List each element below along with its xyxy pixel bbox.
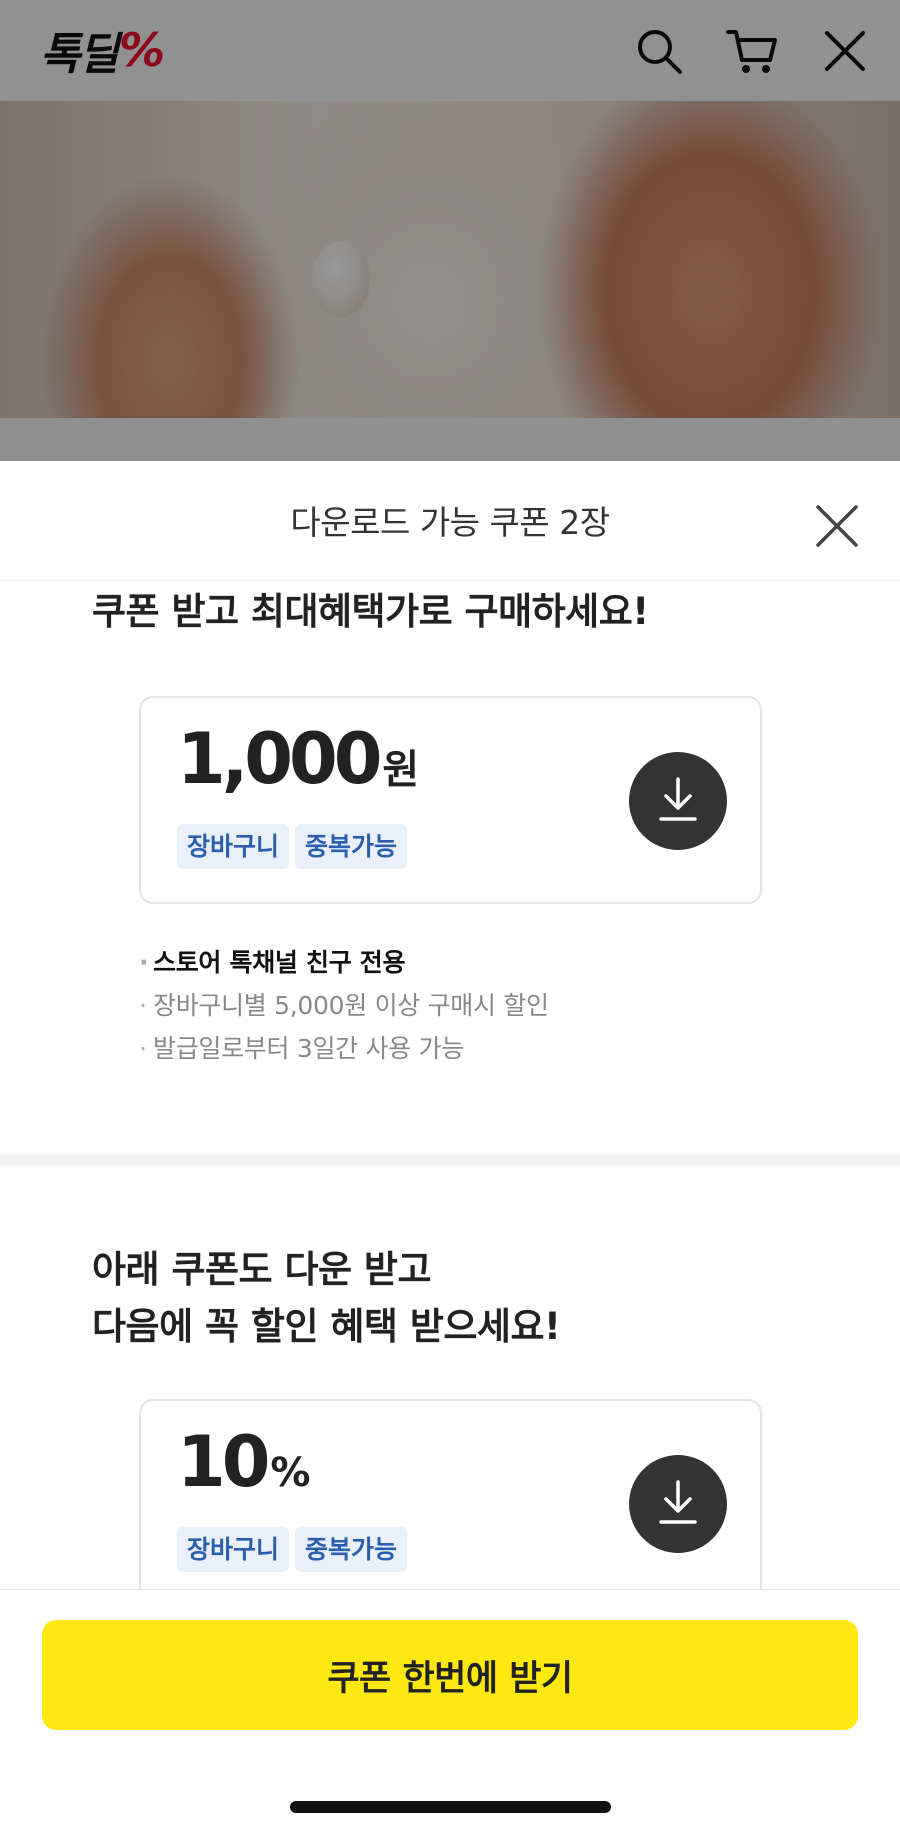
coupon-amount-value: 1,000 bbox=[177, 718, 382, 800]
coupon-amount: 10 % bbox=[177, 1427, 311, 1497]
section-divider bbox=[0, 1154, 900, 1166]
modal-backdrop[interactable] bbox=[0, 0, 900, 461]
coupon-conditions: · 스토어 톡채널 친구 전용 · 장바구니별 5,000원 이상 구매시 할인 ·… bbox=[139, 941, 549, 1070]
tag-cart: 장바구니 bbox=[177, 1527, 290, 1572]
coupon-card[interactable]: 1,000 원 장바구니 중복가능 bbox=[139, 696, 762, 904]
sheet-header: 다운로드 가능 쿠폰 2장 bbox=[0, 461, 900, 581]
coupon-amount: 1,000 원 bbox=[177, 724, 419, 795]
coupon-tags: 장바구니 중복가능 bbox=[177, 824, 408, 869]
coupon-amount-value: 10 bbox=[177, 1421, 270, 1503]
background-page: 톡딜 % bbox=[0, 0, 900, 461]
section-title: 쿠폰 받고 최대혜택가로 구매하세요! bbox=[92, 590, 649, 633]
coupon-amount-unit: 원 bbox=[382, 747, 420, 793]
download-icon bbox=[656, 1478, 700, 1530]
condition-item: · 발급일로부터 3일간 사용 가능 bbox=[139, 1034, 464, 1063]
download-coupon-button[interactable] bbox=[629, 752, 727, 850]
tag-stackable: 중복가능 bbox=[295, 1527, 408, 1572]
close-icon[interactable] bbox=[812, 501, 862, 551]
coupon-bottom-sheet: 다운로드 가능 쿠폰 2장 쿠폰 받고 최대혜택가로 구매하세요! 1,000 … bbox=[0, 461, 900, 1839]
condition-item: · 스토어 톡채널 친구 전용 bbox=[139, 948, 406, 977]
coupon-tags: 장바구니 중복가능 bbox=[177, 1527, 408, 1572]
coupon-amount-unit: % bbox=[270, 1450, 311, 1496]
tag-cart: 장바구니 bbox=[177, 824, 290, 869]
section-title-line: 다음에 꼭 할인 혜택 받으세요! bbox=[92, 1305, 561, 1348]
home-indicator[interactable] bbox=[290, 1801, 611, 1813]
download-coupon-button[interactable] bbox=[629, 1455, 727, 1553]
tag-stackable: 중복가능 bbox=[295, 824, 408, 869]
sheet-footer: 쿠폰 한번에 받기 bbox=[0, 1589, 900, 1839]
section-title-line: 아래 쿠폰도 다운 받고 bbox=[92, 1248, 432, 1291]
section-title: 아래 쿠폰도 다운 받고 다음에 꼭 할인 혜택 받으세요! bbox=[92, 1241, 561, 1355]
condition-item: · 장바구니별 5,000원 이상 구매시 할인 bbox=[139, 991, 549, 1020]
sheet-title: 다운로드 가능 쿠폰 2장 bbox=[290, 503, 610, 542]
download-icon bbox=[656, 775, 700, 827]
download-all-coupons-button[interactable]: 쿠폰 한번에 받기 bbox=[42, 1620, 858, 1730]
